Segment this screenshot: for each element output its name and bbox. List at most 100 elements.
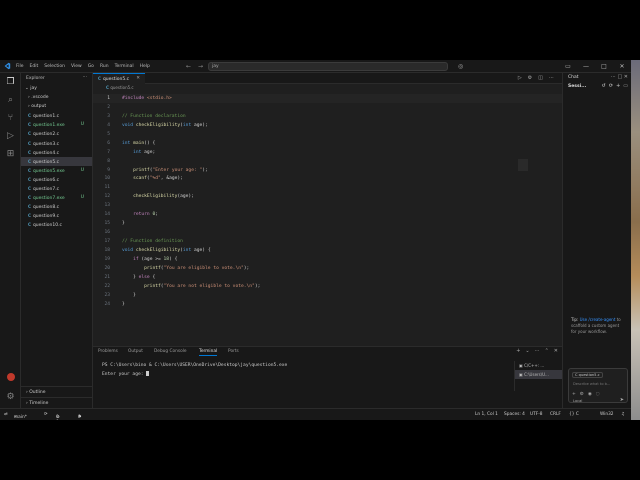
maximize-icon[interactable]: □ bbox=[617, 74, 622, 80]
file-tree-item[interactable]: Cquestion5.exe U bbox=[21, 166, 92, 175]
run-debug-icon[interactable]: ▷ bbox=[4, 130, 17, 142]
chevron-down-icon[interactable]: ⌄ bbox=[525, 348, 529, 354]
encoding-status[interactable]: UTF-8 bbox=[530, 412, 543, 417]
code-view[interactable]: 1 #include <stdio.h> 2 3// Function declara… bbox=[93, 94, 562, 309]
file-tree-item[interactable]: Cquestion10.c bbox=[21, 220, 92, 229]
file-tree-item[interactable]: Cquestion4.c bbox=[21, 148, 92, 157]
mode-label[interactable]: Local bbox=[573, 399, 582, 403]
c-file-icon: C bbox=[28, 131, 31, 137]
sidebar-toggle-icon[interactable]: ▭ bbox=[623, 83, 628, 89]
c-file-icon: C bbox=[28, 149, 31, 155]
file-tree-item[interactable]: › output bbox=[21, 102, 92, 111]
code-text: void checkEligibility(int age); bbox=[122, 122, 208, 128]
command-center-search[interactable]: jay bbox=[208, 62, 448, 71]
split-editor-icon[interactable]: ◫ bbox=[538, 75, 543, 81]
file-tree-item[interactable]: Cquestion6.c bbox=[21, 175, 92, 184]
settings-gear-icon[interactable]: ⚙ bbox=[4, 391, 17, 403]
terminal-line-2[interactable]: Enter your age: bbox=[102, 371, 150, 377]
new-chat-icon[interactable]: + bbox=[616, 83, 620, 89]
chat-panel: Chat ⋯ □ ✕ Sessi... ↺ ⟳ + ▭ Tip: Use /creat… bbox=[562, 73, 631, 408]
menu-edit[interactable]: Edit bbox=[30, 64, 39, 69]
add-terminal-icon[interactable]: + bbox=[516, 348, 520, 354]
platform-status[interactable]: Win32 bbox=[600, 412, 614, 417]
back-arrow-icon[interactable]: ← bbox=[186, 63, 191, 70]
minimize-icon[interactable]: — bbox=[577, 60, 595, 73]
maximize-panel-icon[interactable]: ⌃ bbox=[545, 348, 549, 354]
file-tree-item[interactable]: Cquestion8.c bbox=[21, 202, 92, 211]
menu-terminal[interactable]: Terminal bbox=[115, 64, 134, 69]
tab-output[interactable]: Output bbox=[128, 349, 143, 354]
refresh-icon[interactable]: ⟳ bbox=[609, 83, 613, 89]
sync-icon[interactable]: ⟳ bbox=[44, 412, 48, 417]
cursor-position[interactable]: Ln 1, Col 1 bbox=[475, 412, 498, 417]
title-bar: File Edit Selection View Go Run Terminal… bbox=[0, 60, 631, 73]
chat-title[interactable]: Chat bbox=[568, 75, 579, 80]
more-icon[interactable]: ⋯ bbox=[549, 75, 554, 81]
problems-count: 0 0 bbox=[56, 415, 59, 420]
breadcrumb[interactable]: C question5.c bbox=[93, 84, 562, 91]
close-panel-icon[interactable]: ✕ bbox=[554, 348, 558, 354]
tip-link[interactable]: Use /create-agent bbox=[580, 317, 616, 322]
more-icon[interactable]: ⋯ bbox=[535, 348, 540, 354]
extensions-icon[interactable]: ⊞ bbox=[4, 148, 17, 160]
forward-arrow-icon[interactable]: → bbox=[198, 63, 203, 70]
minimap[interactable] bbox=[518, 159, 528, 171]
menu-help[interactable]: Help bbox=[140, 64, 150, 69]
explorer-icon[interactable]: ❐ bbox=[4, 76, 17, 88]
tools-icon[interactable]: ⚙ bbox=[580, 392, 584, 397]
menu-view[interactable]: View bbox=[71, 64, 82, 69]
notifications-bell-icon[interactable]: ♫ bbox=[621, 412, 625, 417]
file-tree-item[interactable]: Cquestion7.c bbox=[21, 184, 92, 193]
indent-status[interactable]: Spaces: 4 bbox=[504, 412, 525, 417]
add-context-icon[interactable]: + bbox=[572, 392, 576, 397]
remote-icon[interactable]: ⇄ bbox=[4, 412, 8, 417]
tab-ports[interactable]: Ports bbox=[228, 349, 239, 354]
close-icon[interactable]: ✕ bbox=[624, 74, 628, 80]
account-icon[interactable] bbox=[4, 373, 17, 385]
file-tree-item[interactable]: Cquestion1.exe U bbox=[21, 120, 92, 129]
tab-problems[interactable]: Problems bbox=[98, 349, 118, 354]
language-status[interactable]: {} C bbox=[569, 412, 579, 417]
line-number: 18 bbox=[104, 247, 110, 253]
eol-status[interactable]: CRLF bbox=[550, 412, 561, 417]
file-tree-item[interactable]: Cquestion3.c bbox=[21, 139, 92, 148]
timeline-section[interactable]: › Timeline bbox=[21, 397, 93, 408]
tab-question5[interactable]: Cquestion5.c ✕ bbox=[93, 73, 145, 84]
maximize-icon[interactable]: □ bbox=[595, 60, 613, 73]
mic-icon[interactable]: ◌ bbox=[596, 392, 600, 397]
chat-input-box[interactable]: C question5.c Describe what to b... + ⚙ … bbox=[568, 368, 628, 403]
code-text: // Function declaration bbox=[122, 113, 186, 119]
file-tree-label: question1.c bbox=[32, 114, 60, 120]
send-icon[interactable]: ➤ bbox=[620, 397, 624, 403]
file-tree-item[interactable]: Cquestion2.c bbox=[21, 129, 92, 138]
close-tab-icon[interactable]: ✕ bbox=[136, 74, 140, 84]
line-number: 24 bbox=[104, 301, 110, 307]
file-tree-item[interactable]: › .vscode bbox=[21, 93, 92, 102]
menu-run[interactable]: Run bbox=[100, 64, 109, 69]
search-icon[interactable]: ⌕ bbox=[4, 94, 17, 106]
settings-icon[interactable]: ⚙ bbox=[528, 75, 532, 81]
copilot-icon[interactable]: ◎ bbox=[458, 62, 463, 71]
agent-icon[interactable]: ◉ bbox=[588, 392, 592, 397]
file-tree-item[interactable]: Cquestion1.c bbox=[21, 111, 92, 120]
close-icon[interactable]: ✕ bbox=[613, 60, 631, 73]
context-chip[interactable]: C question5.c bbox=[572, 372, 603, 378]
history-icon[interactable]: ↺ bbox=[602, 83, 606, 89]
more-actions-icon[interactable]: ⋯ bbox=[83, 75, 88, 80]
folder-root[interactable]: ⌄ jay bbox=[21, 84, 92, 93]
tab-terminal[interactable]: Terminal bbox=[199, 349, 218, 356]
tab-debug-console[interactable]: Debug Console bbox=[154, 349, 187, 354]
layout-icon[interactable]: ▭ bbox=[559, 60, 577, 73]
terminal-item-1[interactable]: ▣ C/C++: ... bbox=[515, 361, 562, 370]
menu-file[interactable]: File bbox=[16, 64, 24, 69]
terminal-item-2[interactable]: ▣ C:\Users\U... bbox=[515, 370, 562, 379]
file-tree-item[interactable]: Cquestion9.c bbox=[21, 211, 92, 220]
menu-selection[interactable]: Selection bbox=[44, 64, 65, 69]
file-tree-item[interactable]: Cquestion5.c bbox=[21, 156, 92, 166]
source-control-icon[interactable]: ⑂ bbox=[4, 112, 17, 124]
more-icon[interactable]: ⋯ bbox=[611, 74, 616, 80]
run-icon[interactable]: ▷ bbox=[518, 75, 522, 81]
file-tree-item[interactable]: Cquestion7.exe U bbox=[21, 193, 92, 202]
outline-section[interactable]: › Outline bbox=[21, 386, 93, 397]
menu-go[interactable]: Go bbox=[88, 64, 94, 69]
